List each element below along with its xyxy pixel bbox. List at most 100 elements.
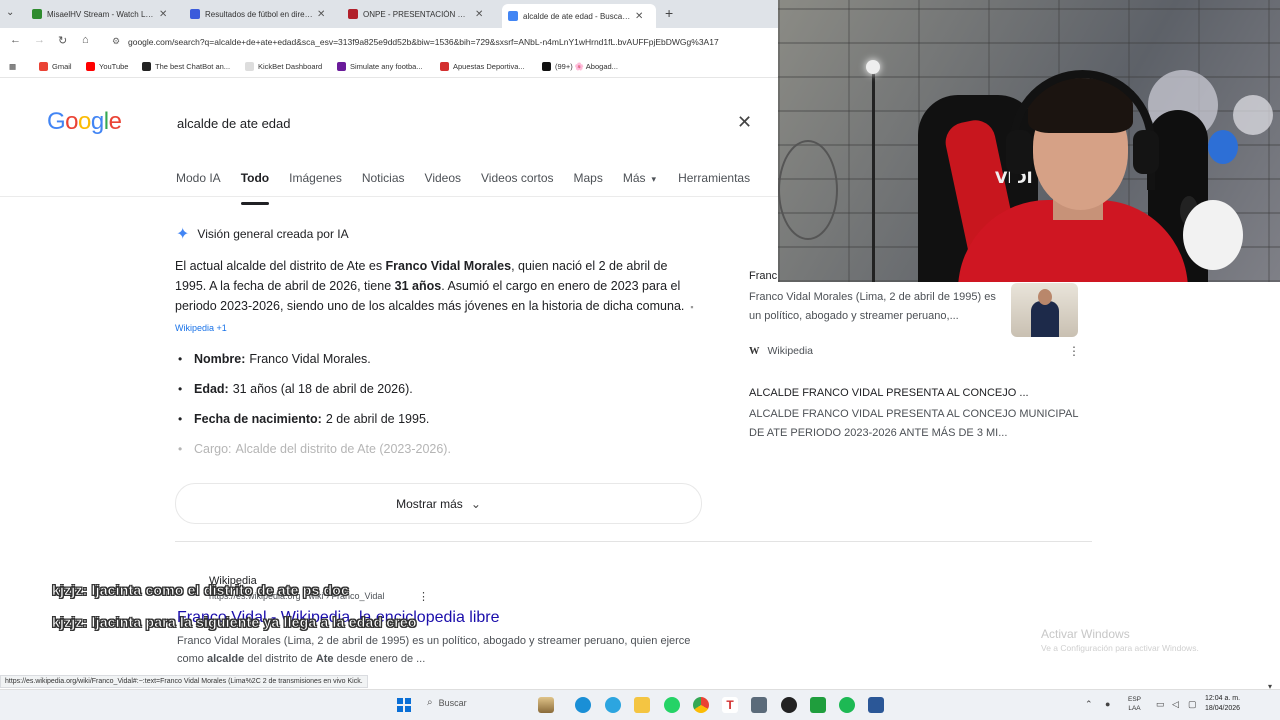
thumb-figure [1031, 301, 1059, 337]
tiktok-icon [542, 62, 551, 71]
ai-overview-list: • Nombre: Franco Vidal Morales. • Edad: 31 a… [178, 349, 698, 469]
bookmark-apuestas[interactable]: Apuestas Deportiva... [440, 62, 525, 71]
word-icon[interactable] [868, 697, 884, 713]
bookmark-simulate[interactable]: Simulate any footba... [337, 62, 423, 71]
google-logo[interactable]: Google [47, 108, 122, 136]
list-key: Edad: [194, 382, 229, 396]
kickbet-icon [245, 62, 254, 71]
bookmark-kickbet[interactable]: KickBet Dashboard [245, 62, 322, 71]
more-options-icon[interactable]: ⋮ [1068, 344, 1080, 358]
close-icon[interactable]: ✕ [317, 9, 325, 20]
url-input[interactable]: google.com/search?q=alcalde+de+ate+edad&… [128, 37, 719, 47]
windows-start-icon[interactable] [397, 698, 411, 712]
tab-videos[interactable]: Videos [425, 171, 461, 195]
result-more-icon[interactable]: ⋮ [418, 590, 429, 603]
reload-icon[interactable]: ↻ [58, 34, 67, 47]
balloon [1208, 130, 1238, 164]
scroll-down-icon[interactable]: ▾ [1268, 682, 1272, 691]
spotify-icon[interactable] [839, 697, 855, 713]
bookmark-gmail[interactable]: Gmail [39, 62, 72, 71]
whatsapp-icon[interactable] [664, 697, 680, 713]
chevron-up-icon[interactable]: ⌃ [1085, 699, 1093, 710]
browser-tab-3[interactable]: ONPE - PRESENTACIÓN DE RES... ✕ [342, 4, 494, 24]
list-key: Cargo: [194, 442, 232, 456]
thumb-figure-head [1038, 289, 1052, 305]
search-input[interactable]: alcalde de ate edad [177, 116, 290, 131]
para-bold-name: Franco Vidal Morales [385, 259, 512, 273]
bullet: • [178, 352, 183, 366]
file-explorer-icon[interactable] [634, 697, 650, 713]
bookmark-label: The best ChatBot an... [155, 62, 231, 71]
apuestas-icon [440, 62, 449, 71]
tab-modo-ia[interactable]: Modo IA [176, 171, 221, 195]
widget-icon[interactable] [538, 697, 554, 713]
list-item: • Fecha de nacimiento: 2 de abril de 1995. [178, 409, 698, 439]
microphone-icon[interactable]: ● [1105, 699, 1110, 709]
browser-tab-2[interactable]: Resultados de fútbol en directo... ✕ [184, 4, 336, 24]
snippet-bold: alcalde [206, 653, 245, 665]
clock[interactable]: 12:04 a. m. 18/04/2026 [1205, 694, 1240, 714]
source-2-snippet[interactable]: ALCALDE FRANCO VIDAL PRESENTA AL CONCEJO… [749, 405, 1089, 443]
link-icon: ▪ [690, 302, 694, 312]
tab-noticias[interactable]: Noticias [362, 171, 405, 195]
logo-letter: o [65, 108, 79, 135]
bullet: • [178, 442, 183, 456]
volume-icon[interactable]: ◁ [1172, 699, 1179, 710]
calculator-icon[interactable] [751, 697, 767, 713]
bullet: • [178, 412, 183, 426]
bookmark-chatbot[interactable]: The best ChatBot an... [142, 62, 230, 71]
result-snippet: Franco Vidal Morales (Lima, 2 de abril d… [177, 632, 697, 668]
browser-tab-4[interactable]: alcalde de ate edad - Buscar c... ✕ [502, 4, 656, 28]
close-icon[interactable]: ✕ [635, 11, 643, 22]
home-icon[interactable]: ⌂ [82, 34, 89, 46]
tab-videos-cortos[interactable]: Videos cortos [481, 171, 554, 195]
app-icon[interactable] [781, 697, 797, 713]
snippet-bold: Ate [315, 653, 334, 665]
status-link-preview: https://es.wikipedia.org/wiki/Franco_Vid… [0, 675, 368, 688]
bookmark-youtube[interactable]: YouTube [86, 62, 128, 71]
t-app-icon[interactable]: T [722, 697, 738, 713]
new-tab-icon[interactable]: + [665, 5, 673, 21]
tab-maps[interactable]: Maps [574, 171, 603, 195]
source-1-thumbnail[interactable] [1011, 283, 1078, 337]
browser-tab-1[interactable]: MisaelHV Stream - Watch Live o... ✕ [26, 4, 178, 24]
close-icon[interactable]: ✕ [159, 9, 167, 20]
language-indicator[interactable]: ESP LAA [1128, 695, 1141, 713]
logo-letter: e [108, 108, 122, 135]
telegram-icon[interactable] [605, 697, 621, 713]
gmail-icon [39, 62, 48, 71]
edge-icon[interactable] [575, 697, 591, 713]
source-1-title[interactable]: Franc [749, 270, 777, 282]
source-2-title[interactable]: ALCALDE FRANCO VIDAL PRESENTA AL CONCEJO… [749, 387, 1029, 399]
bookmark-tiktok[interactable]: (99+) 🌸 Abogad... [542, 62, 618, 71]
caret-down-icon[interactable]: ▾ [652, 171, 657, 195]
list-item: • Edad: 31 años (al 18 de abril de 2026). [178, 379, 698, 409]
ai-overview-paragraph: El actual alcalde del distrito de Ate es… [175, 256, 695, 338]
tab-mas[interactable]: Más [623, 171, 646, 195]
list-key: Nombre: [194, 352, 246, 366]
bookmark-label: KickBet Dashboard [258, 62, 323, 71]
citation-label: Wikipedia +1 [175, 323, 227, 333]
bullet: • [178, 382, 183, 396]
source-1-site[interactable]: W Wikipedia [749, 345, 813, 357]
tab-search-chevron-icon[interactable]: ⌄ [6, 7, 14, 18]
network-icon[interactable]: ▭ [1156, 699, 1165, 710]
clear-search-icon[interactable]: ✕ [737, 112, 752, 133]
forward-icon[interactable]: → [34, 34, 45, 46]
close-icon[interactable]: ✕ [475, 9, 483, 20]
show-more-button[interactable]: Mostrar más ⌄ [175, 483, 702, 524]
chrome-icon[interactable] [693, 697, 709, 713]
tab-todo[interactable]: Todo [240, 171, 270, 205]
kick-icon[interactable] [810, 697, 826, 713]
tab-favicon [348, 9, 358, 19]
battery-icon[interactable]: ▢ [1188, 699, 1197, 710]
taskbar-search[interactable]: ⌕ Buscar [427, 697, 467, 708]
site-info-icon[interactable]: ⚙ [112, 36, 120, 47]
chevron-down-icon: ⌄ [470, 496, 481, 511]
apps-grid-icon[interactable]: ▦ [9, 62, 16, 71]
ai-overview-title: Visión general creada por IA [197, 227, 349, 241]
source-1-snippet[interactable]: Franco Vidal Morales (Lima, 2 de abril d… [749, 288, 999, 326]
back-icon[interactable]: ← [10, 34, 21, 46]
tab-herramientas[interactable]: Herramientas [678, 171, 750, 195]
tab-imagenes[interactable]: Imágenes [289, 171, 342, 195]
